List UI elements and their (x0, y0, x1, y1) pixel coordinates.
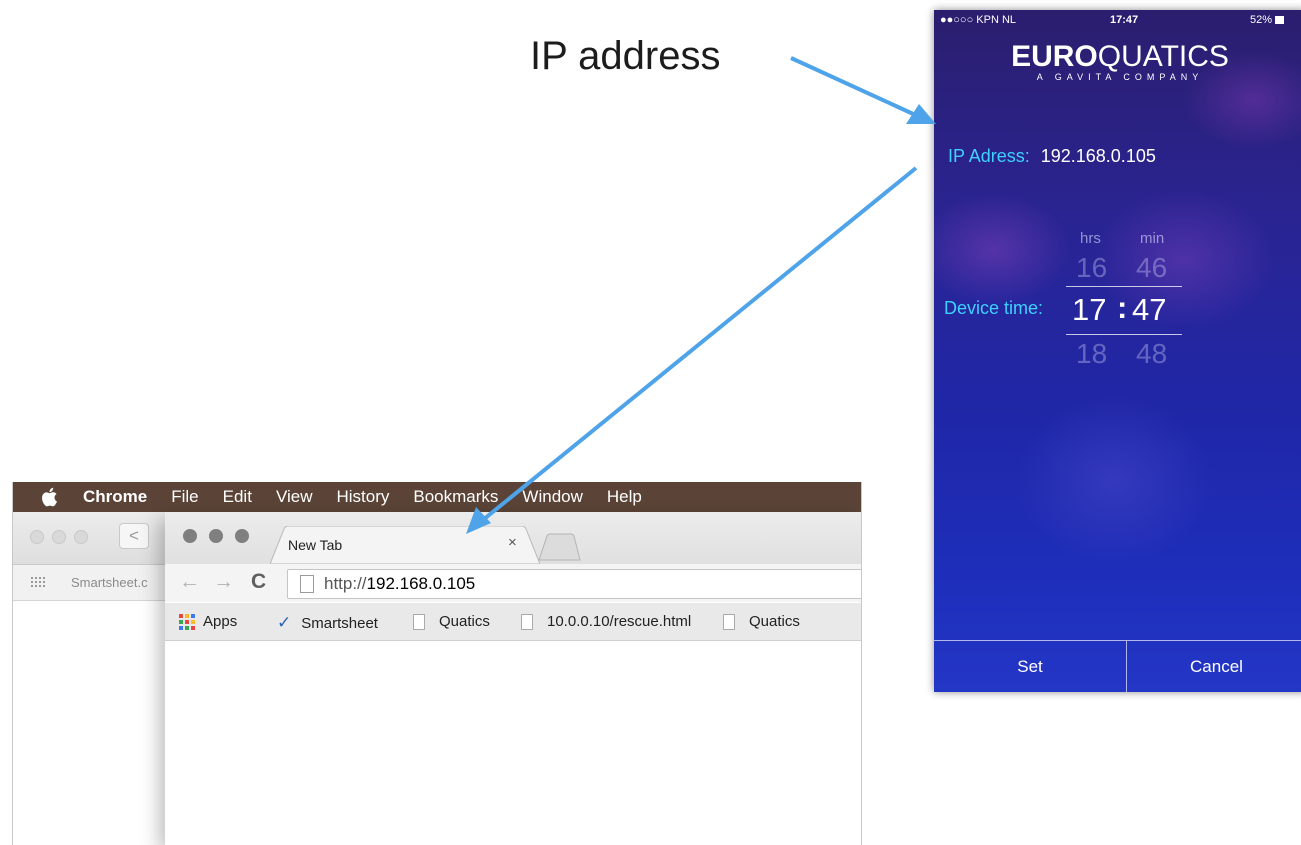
menu-window[interactable]: Window (522, 487, 582, 507)
ip-address-label: IP Adress: (948, 146, 1030, 166)
new-tab-button[interactable] (537, 532, 581, 562)
bookmarks-bar: Apps ✓ Smartsheet Quatics 10.0.0.10/resc… (165, 603, 861, 641)
picker-selection-bottom-line (1066, 334, 1182, 335)
background-bookmark-smartsheet[interactable]: Smartsheet.c (71, 575, 148, 590)
bookmark-quatics-1[interactable]: Quatics (413, 613, 490, 630)
page-icon (521, 613, 533, 630)
page-content (165, 641, 861, 845)
close-light-icon[interactable] (30, 530, 44, 544)
battery-percent: 52% (1250, 14, 1273, 26)
menu-history[interactable]: History (336, 487, 389, 507)
picker-next-hour[interactable]: 18 (1076, 338, 1107, 370)
apps-grid-icon[interactable] (31, 577, 45, 589)
logo-tagline: A GAVITA COMPANY (1036, 72, 1204, 82)
reload-icon[interactable]: C (251, 570, 266, 594)
address-bar[interactable]: http://192.168.0.105 (287, 569, 861, 599)
bookmark-smartsheet[interactable]: ✓ Smartsheet (277, 613, 378, 633)
carrier-text: ●●○○○ KPN NL (940, 14, 1017, 26)
battery-indicator: 52% (1250, 14, 1285, 26)
bookmark-label: Quatics (749, 613, 800, 630)
logo-bold: EURO (1011, 40, 1098, 73)
time-picker[interactable]: hrs min 16 46 17 : 47 18 48 (1066, 230, 1182, 390)
set-button[interactable]: Set (934, 641, 1126, 692)
hours-header: hrs (1080, 230, 1101, 247)
minutes-header: min (1140, 230, 1165, 247)
page-icon (723, 613, 735, 630)
status-clock: 17:47 (1110, 14, 1139, 26)
picker-prev-hour[interactable]: 16 (1076, 252, 1107, 284)
background-browser-window: < Smartsheet.c (13, 512, 165, 845)
phone-button-bar: Set Cancel (934, 640, 1301, 692)
menu-help[interactable]: Help (607, 487, 642, 507)
page-icon (300, 575, 314, 593)
mac-menubar: Chrome File Edit View History Bookmarks … (13, 482, 861, 512)
apple-icon[interactable] (39, 486, 61, 508)
picker-next-minute[interactable]: 48 (1136, 338, 1167, 370)
phone-screenshot: ●●○○○ KPN NL 17:47 52% EUROQUATICS A GAV… (934, 10, 1301, 692)
menu-edit[interactable]: Edit (223, 487, 252, 507)
arrow-to-address-bar (466, 166, 918, 534)
bookmark-label: 10.0.0.10/rescue.html (547, 613, 692, 630)
brand-logo: EUROQUATICS A GAVITA COMPANY (934, 40, 1301, 82)
zoom-window-icon[interactable] (235, 529, 249, 543)
background-bookmarks-bar: Smartsheet.c (13, 565, 165, 601)
picker-selection-top-line (1066, 286, 1182, 287)
menu-bookmarks[interactable]: Bookmarks (413, 487, 498, 507)
phone-status-bar: ●●○○○ KPN NL 17:47 52% (934, 10, 1301, 32)
tab-title: New Tab (288, 537, 343, 553)
bookmark-label: Quatics (439, 613, 490, 630)
page-icon (413, 613, 425, 630)
minimize-light-icon[interactable] (52, 530, 66, 544)
cancel-button[interactable]: Cancel (1127, 641, 1301, 692)
menu-file[interactable]: File (171, 487, 198, 507)
tab-new-tab[interactable]: New Tab × (270, 526, 540, 564)
minimize-window-icon[interactable] (209, 529, 223, 543)
annotation-title: IP address (530, 34, 721, 78)
zoom-light-icon[interactable] (74, 530, 88, 544)
forward-arrow-icon[interactable]: → (213, 570, 234, 594)
bookmark-apps[interactable]: Apps (179, 613, 237, 630)
tab-close-icon[interactable]: × (508, 534, 517, 551)
background-window-content (13, 601, 165, 845)
picker-colon: : (1117, 290, 1128, 325)
menu-app-chrome[interactable]: Chrome (83, 487, 147, 507)
bookmark-rescue[interactable]: 10.0.0.10/rescue.html (521, 613, 691, 630)
bookmark-label: Apps (203, 613, 238, 630)
menu-view[interactable]: View (276, 487, 313, 507)
address-url: http://192.168.0.105 (324, 574, 476, 593)
ip-address-value: 192.168.0.105 (1040, 146, 1156, 166)
checkmark-icon: ✓ (277, 613, 292, 632)
arrow-to-ip-field (790, 56, 936, 124)
picker-selected-hour[interactable]: 17 (1072, 292, 1106, 328)
bookmark-label: Smartsheet (301, 614, 378, 632)
browser-toolbar: ← → C http://192.168.0.105 (165, 564, 861, 602)
back-arrow-icon[interactable]: ← (179, 570, 200, 594)
bookmark-quatics-2[interactable]: Quatics (723, 613, 800, 630)
picker-prev-minute[interactable]: 46 (1136, 252, 1167, 284)
mac-screenshot: Chrome File Edit View History Bookmarks … (12, 482, 862, 845)
battery-icon (1275, 16, 1285, 24)
browser-window: New Tab × ← → C http://192.168.0.105 App… (165, 512, 861, 845)
tab-strip: New Tab × (165, 512, 861, 564)
picker-selected-minute[interactable]: 47 (1132, 292, 1166, 328)
close-window-icon[interactable] (183, 529, 197, 543)
background-back-button[interactable]: < (119, 523, 149, 549)
ip-address-row: IP Adress: 192.168.0.105 (948, 146, 1156, 167)
device-time-label: Device time: (944, 298, 1044, 318)
background-window-titlebar: < (13, 512, 165, 565)
apps-grid-icon (179, 613, 195, 630)
logo-light: QUATICS (1097, 40, 1229, 73)
